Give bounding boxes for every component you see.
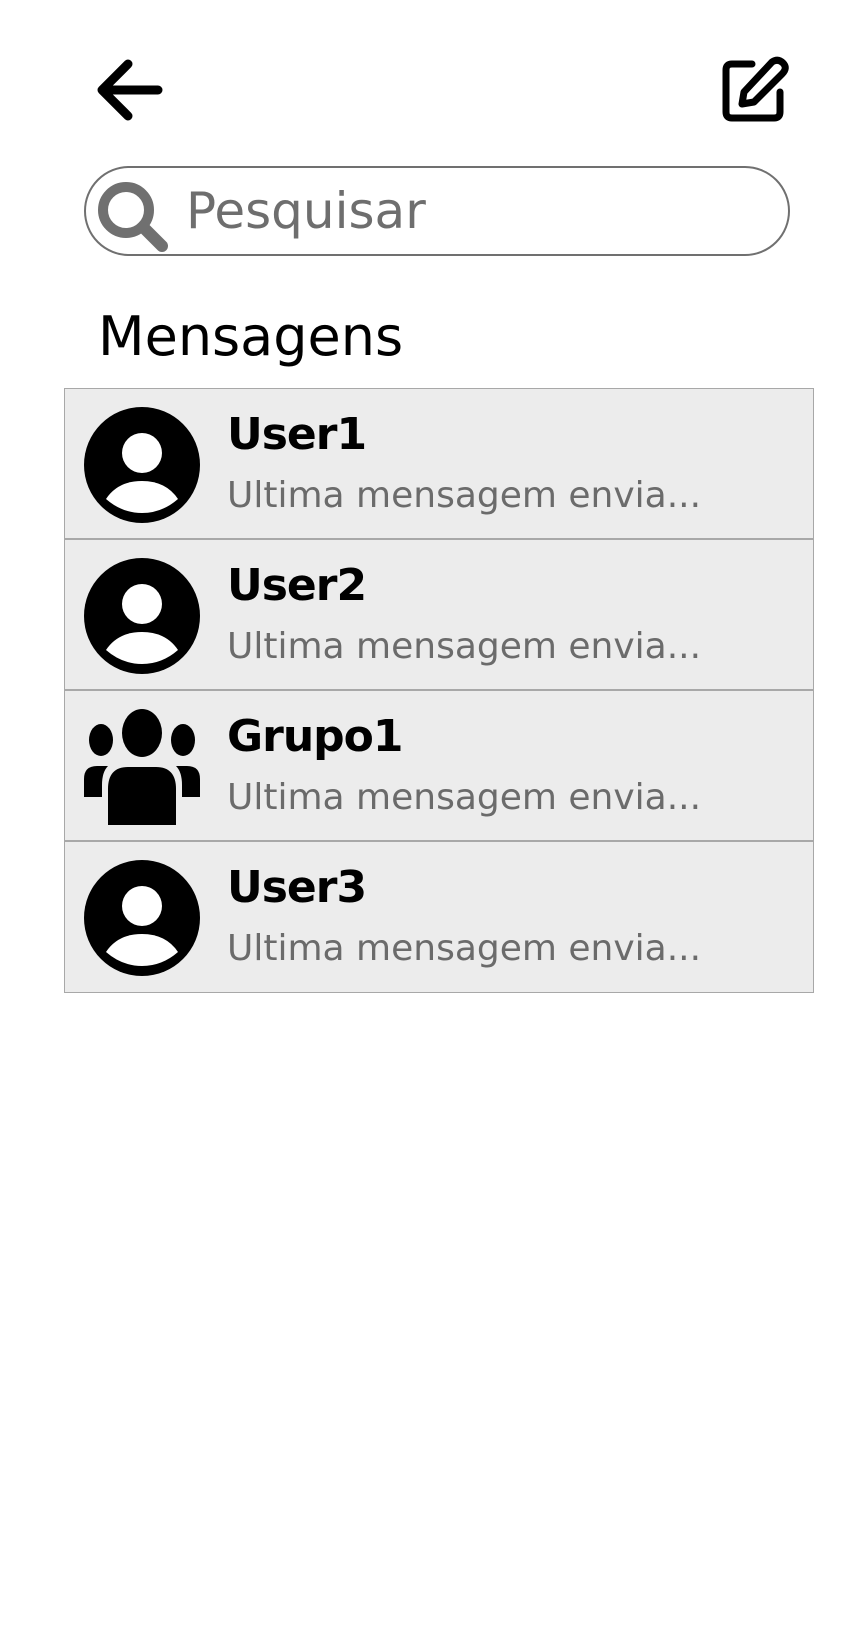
arrow-left-icon — [97, 59, 163, 121]
conversation-item[interactable]: User1 Ultima mensagem envia... — [65, 389, 813, 540]
search-icon — [98, 182, 168, 252]
user-avatar-icon — [84, 860, 200, 976]
conversation-name: User2 — [227, 560, 367, 611]
conversation-preview: Ultima mensagem envia... — [227, 626, 702, 667]
user-avatar-icon — [84, 407, 200, 523]
conversation-name: User3 — [227, 862, 367, 913]
user-avatar-icon — [84, 558, 200, 674]
section-title: Mensagens — [98, 305, 404, 368]
conversation-name: Grupo1 — [227, 711, 403, 762]
conversation-preview: Ultima mensagem envia... — [227, 777, 702, 818]
conversation-preview: Ultima mensagem envia... — [227, 475, 702, 516]
conversation-preview: Ultima mensagem envia... — [227, 928, 702, 969]
conversation-name: User1 — [227, 409, 367, 460]
conversation-item[interactable]: Grupo1 Ultima mensagem envia... — [65, 691, 813, 842]
conversation-list: User1 Ultima mensagem envia... User2 Ult… — [64, 388, 814, 993]
conversation-item[interactable]: User2 Ultima mensagem envia... — [65, 540, 813, 691]
conversation-item[interactable]: User3 Ultima mensagem envia... — [65, 842, 813, 992]
group-icon — [84, 709, 200, 825]
search-input[interactable] — [186, 176, 766, 246]
back-button[interactable] — [92, 54, 164, 126]
search-bar[interactable] — [84, 166, 790, 256]
edit-pencil-icon — [722, 56, 789, 122]
compose-button[interactable] — [718, 54, 790, 126]
